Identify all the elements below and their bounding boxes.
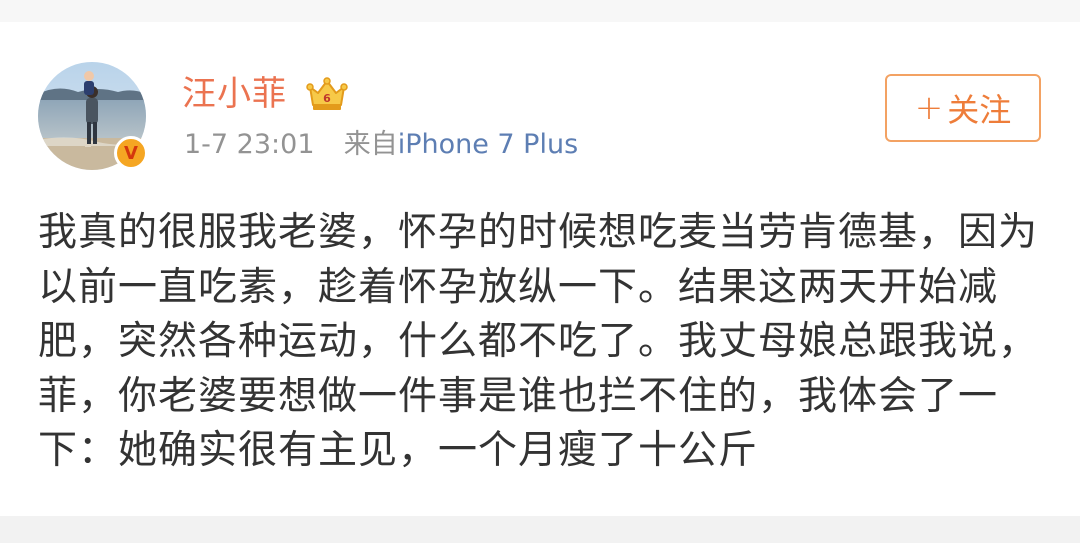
avatar-container[interactable]: V (38, 62, 148, 170)
verified-badge-icon: V (114, 136, 148, 170)
username[interactable]: 汪小菲 (182, 74, 287, 114)
top-divider (0, 0, 1080, 22)
post-card: V 汪小菲 6 1-7 23:01 来自iPhone 7 Plus + 关注 我… (0, 22, 1080, 516)
follow-button[interactable]: + 关注 (885, 74, 1041, 142)
post-time: 1-7 23:01 (184, 129, 315, 160)
post-body-text: 我真的很服我老婆，怀孕的时候想吃麦当劳肯德基，因为以前一直吃素，趁着怀孕放纵一下… (38, 210, 1039, 473)
verified-badge-label: V (124, 142, 138, 164)
source-prefix: 来自 (343, 129, 398, 160)
device-link[interactable]: iPhone 7 Plus (398, 129, 578, 160)
follow-button-label: 关注 (947, 91, 1012, 129)
weibo-post-page: V 汪小菲 6 1-7 23:01 来自iPhone 7 Plus + 关注 我… (0, 0, 1080, 543)
svg-text:6: 6 (323, 92, 331, 105)
crown-vip-icon: 6 (306, 77, 348, 110)
post-meta: 1-7 23:01 来自iPhone 7 Plus (184, 128, 578, 162)
plus-icon: + (914, 88, 944, 128)
